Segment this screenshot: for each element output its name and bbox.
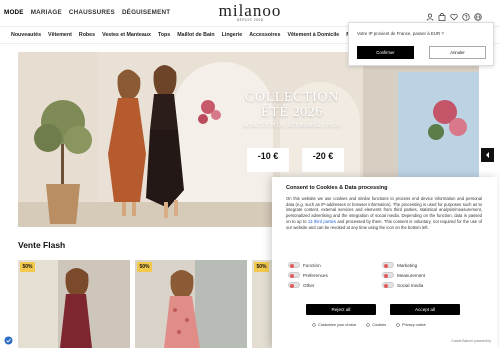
confirm-button[interactable]: Confirmer [357,46,414,59]
currency-popup-text: Votre IP provient de France, passer à EU… [357,31,444,36]
cat-maillot-de-bain[interactable]: Maillot de Bain [177,32,214,38]
cat-nouveautes[interactable]: Nouveautés [11,32,41,38]
product-image [252,260,272,348]
cookie-icon [366,323,371,327]
topnav-mode[interactable]: MODE [4,9,24,16]
topnav-mariage[interactable]: MARIAGE [31,9,62,16]
hero-discount-1: -10 € [247,148,289,172]
toggle-label: Other [303,282,315,288]
toggle-social-media[interactable]: Social media [382,282,423,288]
product-card[interactable]: 50% [135,260,247,348]
product-card[interactable]: 50% [252,260,272,348]
hero-headline: COLLECTION ÉTÉ 2026 ACHETEZ PLUS, ÉCONOM… [236,90,348,129]
product-card[interactable]: 50% [18,260,130,348]
hero-discount-1-value: -10 € [257,151,279,161]
accept-all-button[interactable]: Accept all [390,304,460,315]
toggle-other[interactable]: Other [288,282,315,288]
toggle-switch[interactable] [382,262,394,268]
powered-by-text: Cookie Banner powered by [451,339,491,343]
toggle-label: Marketing [397,262,418,268]
toggle-label: Measurement [397,272,426,278]
topnav-chaussures[interactable]: CHAUSSURES [69,9,115,16]
cancel-button[interactable]: Annuler [429,46,486,59]
cat-vetement[interactable]: Vêtement [48,32,72,38]
toggle-label: Social media [397,282,424,288]
hero-line-2: ÉTÉ 2026 [261,105,323,120]
toggle-label: Function [303,262,321,268]
hero-line-3: ACHETEZ PLUS, ÉCONOMISEZ PLUS [243,123,341,129]
toggle-switch[interactable] [288,282,300,288]
toggle-measurement[interactable]: Measurement [382,272,425,278]
reject-all-button[interactable]: Reject all [306,304,376,315]
settings-icon [312,323,316,327]
hero-discount-2: -20 € [302,148,344,172]
cat-vetement-domicile[interactable]: Vêtement à Domicile [287,32,339,38]
cat-tops[interactable]: Tops [158,32,170,38]
toggle-switch[interactable] [288,262,300,268]
toggle-marketing[interactable]: Marketing [382,262,417,268]
cookie-consent-panel: Consent to Cookies & Data processing On … [272,177,497,348]
flash-sale-title: Vente Flash [18,240,66,250]
user-icon[interactable] [426,8,434,21]
third-parties-link[interactable]: 13 third parties [308,219,336,224]
topnav-deguisement[interactable]: DÉGUISEMENT [122,9,170,16]
header-icons [426,8,482,21]
product-image [18,260,130,348]
toggle-switch[interactable] [382,282,394,288]
cookie-title: Consent to Cookies & Data processing [286,185,388,191]
cat-robes[interactable]: Robes [79,32,95,38]
hero-discount-2-value: -20 € [312,151,334,161]
cookies-link[interactable]: Cookies [366,323,386,327]
product-image [135,260,247,348]
discount-badge: 50% [254,262,269,272]
toggle-switch[interactable] [288,272,300,278]
logo-text: milanoo [218,1,282,20]
heart-icon[interactable] [450,8,458,21]
toggle-label: Preferences [303,272,328,278]
cat-lingerie[interactable]: Lingerie [222,32,243,38]
site-logo[interactable]: milanoo DEPUIS 2008 [212,2,288,24]
privacy-notice-link[interactable]: Privacy notice [396,323,426,327]
cookie-links: Customize your choice Cookies Privacy no… [312,323,426,327]
customize-choice-label: Customize your choice [318,323,357,327]
globe-icon[interactable] [474,8,482,21]
cat-vestes-manteaux[interactable]: Vestes et Manteaux [102,32,151,38]
cookies-label: Cookies [372,323,387,327]
help-icon[interactable] [462,8,470,21]
top-nav: MODE MARIAGE CHAUSSURES DÉGUISEMENT [4,9,170,16]
info-icon [396,323,400,327]
cookie-panel-toggle[interactable] [481,148,494,162]
cat-accessoires[interactable]: Accessoires [249,32,280,38]
discount-badge: 50% [137,262,152,272]
customize-choice-link[interactable]: Customize your choice [312,323,356,327]
privacy-notice-label: Privacy notice [402,323,426,327]
discount-badge: 50% [20,262,35,272]
toggle-function[interactable]: Function [288,262,321,268]
chevron-left-icon [486,152,489,158]
hero-line-1: COLLECTION [245,90,339,105]
bag-icon[interactable] [438,8,446,21]
toggle-preferences[interactable]: Preferences [288,272,328,278]
cookie-description: On this website we use cookies and simil… [286,196,482,230]
currency-popup: Votre IP provient de France, passer à EU… [348,22,494,66]
toggle-switch[interactable] [382,272,394,278]
privacy-settings-icon[interactable] [4,336,13,345]
